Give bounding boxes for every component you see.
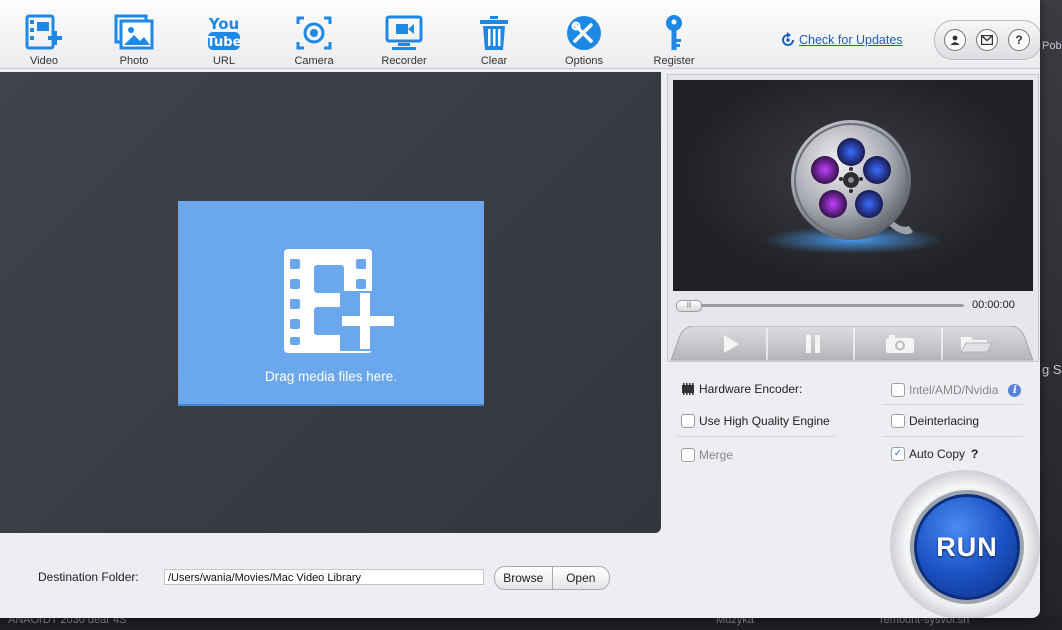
- background-text: g S: [1042, 362, 1062, 377]
- toolbar-label: URL: [212, 55, 235, 67]
- pause-button[interactable]: [803, 334, 823, 359]
- run-button[interactable]: RUN: [914, 494, 1020, 600]
- checkbox-checked[interactable]: ✓: [891, 447, 905, 461]
- checkbox[interactable]: [681, 448, 695, 462]
- recorder-button[interactable]: Recorder: [364, 14, 444, 68]
- drag-media-box[interactable]: Drag media files here.: [178, 201, 484, 406]
- refresh-icon: [782, 32, 794, 46]
- deinterlacing-label: Deinterlacing: [909, 414, 980, 428]
- toolbar-label: Register: [653, 55, 695, 67]
- background-taskbar: ANAOrDT 2030 dear 4S Muzyka remount-sysv…: [0, 614, 1062, 630]
- toolbar: Video Photo You Tube URL Camera Recorder…: [0, 0, 1040, 69]
- high-quality-engine-checkbox[interactable]: Use High Quality Engine: [681, 414, 830, 428]
- auto-copy-help-icon[interactable]: ?: [971, 447, 978, 461]
- seek-bar[interactable]: |||: [676, 300, 964, 312]
- check-for-updates-link[interactable]: Check for Updates: [780, 32, 903, 48]
- seek-thumb[interactable]: |||: [676, 300, 702, 312]
- divider: [883, 436, 1023, 437]
- add-video-button[interactable]: Video: [4, 14, 84, 68]
- toolbar-label: Video: [30, 55, 58, 67]
- film-reel-logo: [763, 120, 943, 254]
- play-icon: [724, 335, 739, 353]
- chip-icon: [682, 383, 694, 395]
- checkbox[interactable]: [681, 414, 695, 428]
- youtube-icon: You Tube: [207, 15, 242, 50]
- toolbar-label: Recorder: [381, 55, 427, 67]
- snapshot-button[interactable]: [885, 334, 915, 359]
- checkbox[interactable]: [891, 414, 905, 428]
- open-button[interactable]: Open: [553, 567, 610, 589]
- destination-button-group: Browse Open: [494, 566, 610, 590]
- register-button[interactable]: Register: [634, 14, 714, 68]
- tools-icon: [567, 16, 601, 50]
- pause-icon: [806, 335, 820, 353]
- background-text: Pobr: [1042, 40, 1062, 52]
- toolbar-label: Clear: [480, 55, 508, 67]
- info-icon[interactable]: i: [1008, 383, 1022, 397]
- trash-icon: [480, 16, 508, 50]
- key-icon: [666, 15, 682, 50]
- auto-copy-checkbox[interactable]: ✓ Auto Copy ?: [891, 447, 978, 461]
- playback-controls: [667, 326, 1037, 362]
- youtube-top-text: You: [208, 15, 239, 33]
- auto-copy-label: Auto Copy: [909, 447, 966, 461]
- help-icon[interactable]: ?: [1008, 29, 1030, 51]
- toolbar-label: Photo: [119, 55, 149, 67]
- camera-button[interactable]: Camera: [274, 14, 354, 68]
- screen-recorder-icon: [385, 15, 423, 50]
- toolbar-label: Options: [565, 55, 603, 67]
- browse-button[interactable]: Browse: [495, 567, 553, 589]
- preview-screen: [673, 80, 1033, 291]
- background-window-strip: Pobr g S: [1040, 0, 1062, 630]
- photo-icon: [114, 14, 154, 50]
- drag-media-text: Drag media files here.: [264, 369, 398, 384]
- intel-amd-nvidia-checkbox[interactable]: Intel/AMD/Nvidia i: [891, 383, 1022, 397]
- clear-button[interactable]: Clear: [454, 14, 534, 68]
- check-for-updates-label: Check for Updates: [799, 33, 903, 47]
- folder-icon: [960, 337, 993, 353]
- merge-label: Merge: [699, 448, 734, 462]
- merge-checkbox[interactable]: Merge: [681, 448, 733, 462]
- high-quality-engine-label: Use High Quality Engine: [699, 414, 830, 428]
- add-video-icon: [25, 14, 62, 50]
- destination-folder-label: Destination Folder:: [38, 570, 139, 584]
- seek-track: [676, 304, 964, 307]
- youtube-bottom-text: Tube: [207, 35, 242, 50]
- account-button-group: ?: [934, 20, 1040, 60]
- add-url-button[interactable]: You Tube URL: [184, 14, 264, 68]
- toolbar-label: Camera: [294, 55, 334, 67]
- intel-amd-nvidia-label: Intel/AMD/Nvidia: [909, 383, 999, 397]
- add-photo-button[interactable]: Photo: [94, 14, 174, 68]
- time-display: 00:00:00: [972, 299, 1015, 311]
- deinterlacing-checkbox[interactable]: Deinterlacing: [891, 414, 979, 428]
- add-video-icon: [284, 249, 394, 353]
- camera-icon: [296, 16, 332, 50]
- hardware-encoder-label-row: Hardware Encoder:: [681, 382, 802, 396]
- divider: [883, 404, 1023, 405]
- open-folder-button[interactable]: [959, 334, 993, 359]
- user-icon[interactable]: [944, 29, 966, 51]
- camera-icon: [886, 335, 914, 353]
- app-window: Video Photo You Tube URL Camera Recorder…: [0, 0, 1040, 618]
- mail-icon[interactable]: [976, 29, 998, 51]
- checkbox[interactable]: [891, 383, 905, 397]
- play-button[interactable]: [721, 334, 741, 359]
- hardware-encoder-label: Hardware Encoder:: [699, 382, 803, 396]
- divider: [677, 436, 835, 437]
- options-button[interactable]: Options: [544, 14, 624, 68]
- destination-folder-field[interactable]: /Users/wania/Movies/Mac Video Library: [164, 569, 484, 585]
